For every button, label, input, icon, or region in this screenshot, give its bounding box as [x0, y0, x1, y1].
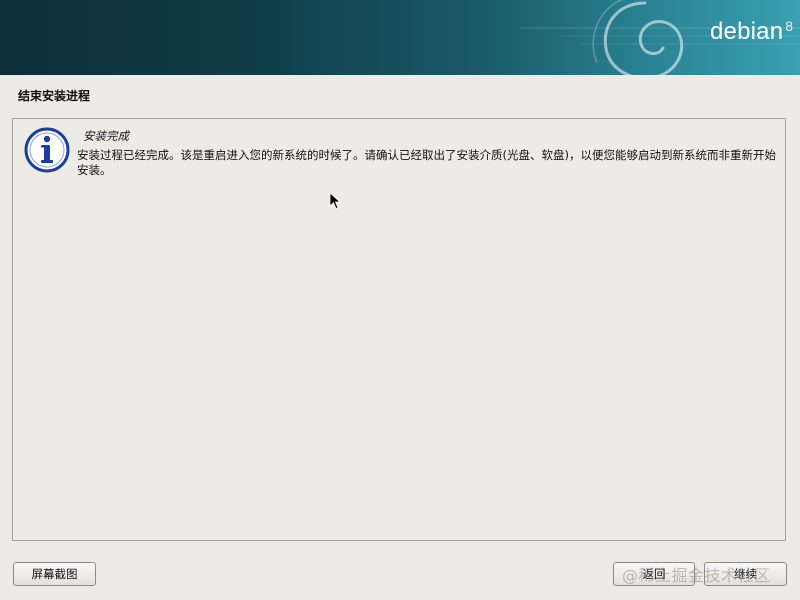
header-banner: debian 8 [0, 0, 800, 75]
continue-button[interactable]: 继续 [704, 562, 787, 586]
debian-swirl-icon [592, 0, 684, 75]
info-icon [24, 127, 70, 173]
content-panel: 安装完成 安装过程已经完成。该是重启进入您的新系统的时候了。请确认已经取出了安装… [12, 118, 786, 541]
back-button[interactable]: 返回 [613, 562, 695, 586]
message-title: 安装完成 [83, 129, 129, 143]
page-title: 结束安装进程 [18, 89, 91, 103]
brand-version: 8 [785, 18, 794, 34]
screenshot-button[interactable]: 屏幕截图 [13, 562, 96, 586]
message-body: 安装过程已经完成。该是重启进入您的新系统的时候了。请确认已经取出了安装介质(光盘… [77, 148, 776, 177]
mouse-cursor-icon [329, 192, 341, 210]
brand-name: debian [710, 18, 784, 45]
debian-logo: debian 8 [710, 18, 793, 46]
